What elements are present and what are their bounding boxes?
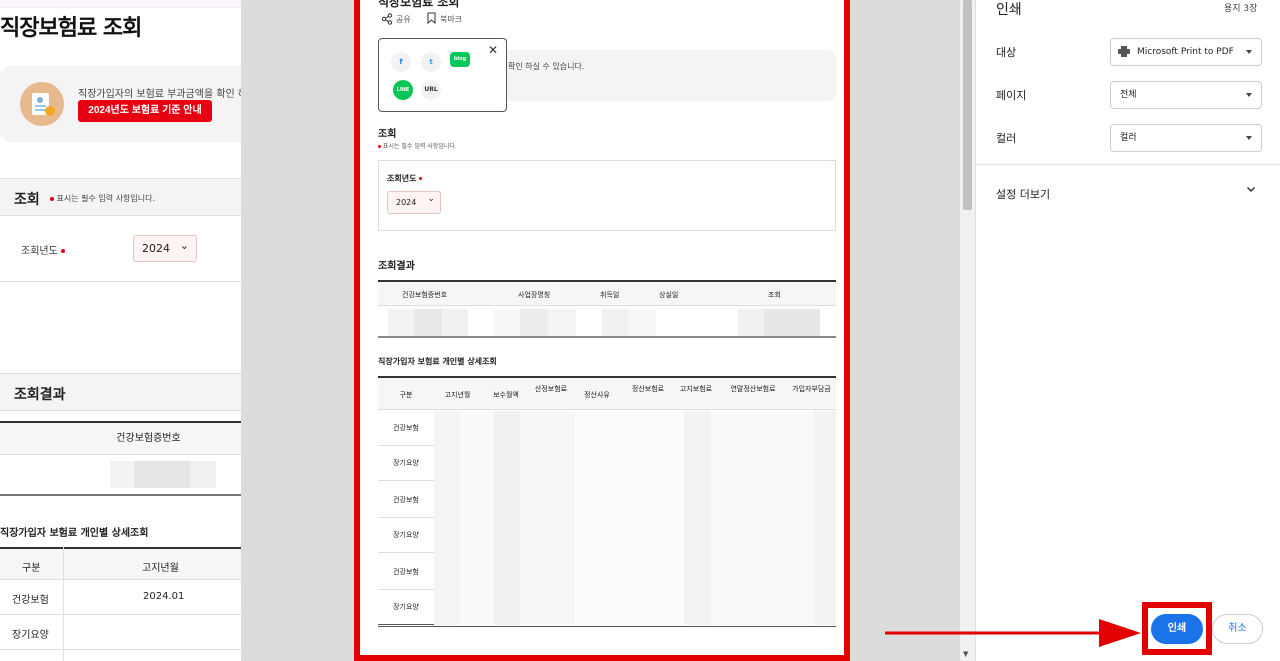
result-table-header: 건강보험증번호 xyxy=(0,421,241,455)
result-table-header: 건강보험증번호 사업장명칭 취득일 상실일 조회 xyxy=(378,280,836,306)
id-card-icon xyxy=(20,82,64,126)
year-select[interactable]: 2024 xyxy=(133,233,197,262)
preview-page: 직장보험료 조회 공유 북마크 확인 하실 수 있습니다. ✕ f t blog… xyxy=(354,0,850,661)
detail-title: 직장가입자 보험료 개인별 상세조회 xyxy=(378,357,497,366)
top-strip xyxy=(0,0,241,8)
guide-button[interactable]: 2024년도 보험료 기준 안내 xyxy=(78,100,212,122)
more-settings[interactable]: 설정 더보기 xyxy=(996,186,1050,202)
col-header: 가입자부담금 xyxy=(792,385,831,393)
col-header: 상실일 xyxy=(659,291,679,299)
scroll-down-icon[interactable]: ▼ xyxy=(963,650,968,658)
printer-icon xyxy=(1118,46,1130,57)
query-section-header: 조회 표시는 필수 입력 사항입니다. xyxy=(0,178,241,216)
result-title: 조회결과 xyxy=(378,261,415,272)
blurred-cell xyxy=(602,309,656,336)
year-label: 조회년도 xyxy=(387,173,423,184)
table-row: 장기요양 xyxy=(0,615,241,650)
background-page: 직장보험료 조회 직장가입자의 보험료 부과금액을 확인 하 2024년도 보험… xyxy=(0,0,241,661)
col-header: 고지보험료 xyxy=(679,385,713,393)
share-label[interactable]: 공유 xyxy=(396,14,411,25)
col-header: 취득일 xyxy=(600,291,620,299)
scrollbar-thumb[interactable] xyxy=(963,0,972,210)
url-icon[interactable]: URL xyxy=(421,80,441,100)
page-title: 직장보험료 조회 xyxy=(0,16,142,41)
table-row: 건강보험 xyxy=(378,411,434,446)
color-label: 컬러 xyxy=(996,132,1017,145)
table-row: 장기요양 xyxy=(378,590,434,625)
close-icon[interactable]: ✕ xyxy=(488,44,498,56)
bookmark-icon[interactable] xyxy=(427,12,436,24)
table-row: 장기요양 xyxy=(378,446,434,481)
table-row: 장기요양 xyxy=(378,518,434,553)
divider xyxy=(976,164,1280,165)
notice-text: 확인 하실 수 있습니다. xyxy=(508,62,585,71)
preview-title: 직장보험료 조회 xyxy=(378,0,460,9)
detail-table-header: 구분 고지년월 xyxy=(0,547,241,580)
blurred-cell xyxy=(738,309,820,336)
col-header: 정산사유 xyxy=(584,391,610,399)
col-header: 산정보험료 xyxy=(534,385,568,393)
required-dot xyxy=(378,145,381,148)
detail-table-header: 구분 고지년월 보수월액 산정보험료 정산사유 정산보험료 고지보험료 연말정산… xyxy=(378,376,836,410)
year-label: 조회년도 xyxy=(21,242,65,257)
required-note: 표시는 필수 입력 사항입니다. xyxy=(50,193,155,204)
required-dot xyxy=(419,177,423,180)
divider xyxy=(0,281,241,282)
result-section-title: 조회결과 xyxy=(14,387,66,403)
chevron-down-icon[interactable] xyxy=(1246,184,1256,194)
sheet-count: 용지 3장 xyxy=(1224,4,1258,14)
col-header: 고지년월 xyxy=(142,563,179,574)
share-popup: ✕ f t blog LINE URL xyxy=(378,38,507,112)
destination-select[interactable]: Microsoft Print to PDF xyxy=(1110,38,1262,66)
col-header: 연말정산보험료 xyxy=(730,385,776,393)
line-icon[interactable]: LINE xyxy=(393,80,413,100)
table-row: 건강보험 xyxy=(378,483,434,518)
col-header: 고지년월 xyxy=(444,391,471,399)
twitter-icon[interactable]: t xyxy=(421,52,441,72)
query-box xyxy=(378,160,836,231)
col-header: 구분 xyxy=(22,563,41,574)
table-bottom-line xyxy=(378,626,836,627)
col-header: 조회 xyxy=(768,291,781,299)
preview-scrollbar[interactable]: ▼ xyxy=(960,0,975,661)
required-dot xyxy=(50,196,54,201)
result-section-header: 조회결과 xyxy=(0,373,241,411)
col-header: 건강보험증번호 xyxy=(402,291,448,299)
year-select[interactable]: 2024 xyxy=(387,189,441,214)
divider xyxy=(0,494,241,496)
query-section-title: 조회 xyxy=(14,192,40,208)
print-button-highlight xyxy=(1142,602,1212,655)
required-note: 표시는 필수 입력 사항입니다. xyxy=(378,141,457,150)
pages-select[interactable]: 전체 xyxy=(1110,81,1262,109)
bookmark-label[interactable]: 북마크 xyxy=(440,14,462,25)
col-header: 구분 xyxy=(399,391,413,399)
required-dot xyxy=(61,249,65,253)
col-header: 사업장명칭 xyxy=(518,291,551,299)
blurred-cell xyxy=(494,309,576,336)
share-icon[interactable] xyxy=(381,13,393,25)
destination-label: 대상 xyxy=(996,46,1017,59)
blurred-cell xyxy=(388,309,468,336)
print-title: 인쇄 xyxy=(996,2,1022,18)
cancel-button[interactable]: 취소 xyxy=(1212,614,1263,644)
notice-text: 직장가입자의 보험료 부과금액을 확인 하 xyxy=(78,89,241,100)
result-row xyxy=(378,307,836,338)
blurred-data xyxy=(434,411,836,625)
color-select[interactable]: 컬러 xyxy=(1110,124,1262,152)
query-title: 조회 xyxy=(378,129,397,140)
col-header: 정산보험료 xyxy=(631,385,665,393)
column-divider xyxy=(63,547,64,661)
blurred-cell xyxy=(110,461,216,488)
detail-title: 직장가입자 보험료 개인별 상세조회 xyxy=(0,528,149,539)
col-header: 보수월액 xyxy=(493,391,519,399)
blog-icon[interactable]: blog xyxy=(450,52,470,67)
table-row: 건강보험 xyxy=(378,555,434,590)
print-settings-panel: 인쇄 용지 3장 대상 Microsoft Print to PDF 페이지 전… xyxy=(975,0,1280,661)
facebook-icon[interactable]: f xyxy=(391,52,411,72)
pages-label: 페이지 xyxy=(996,89,1027,102)
table-row: 건강보험 2024.01 xyxy=(0,580,241,615)
red-arrow-annotation xyxy=(885,619,1141,647)
